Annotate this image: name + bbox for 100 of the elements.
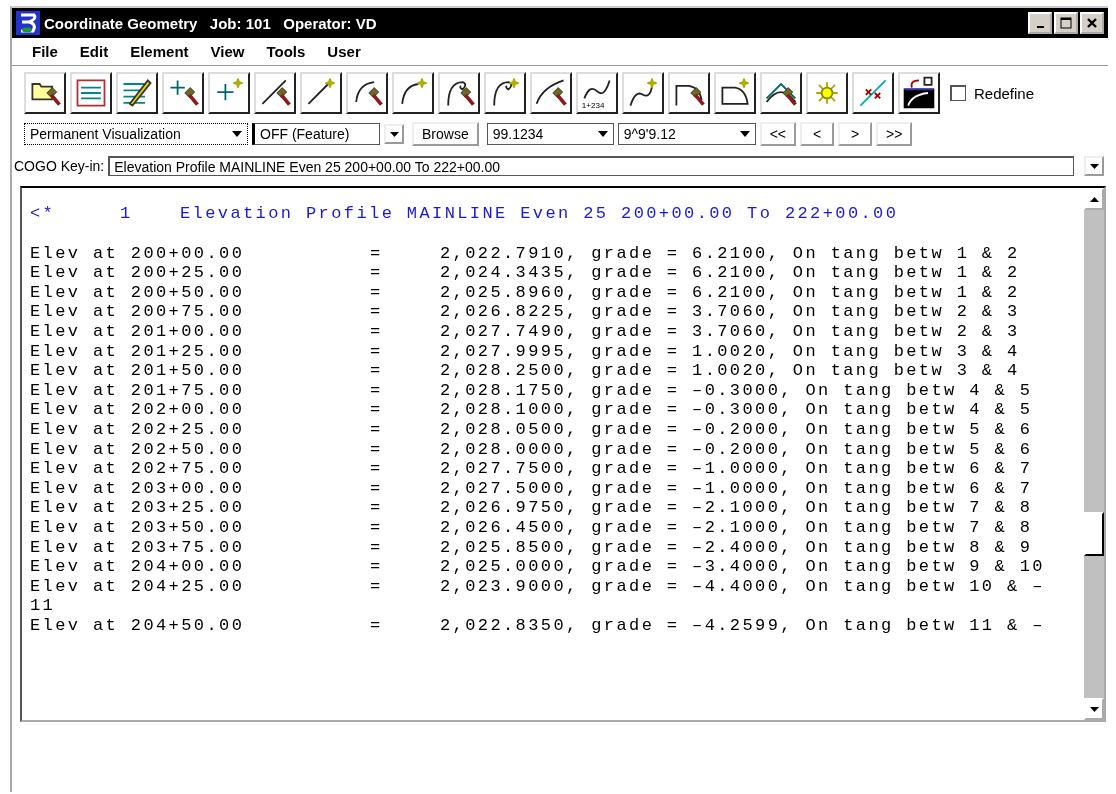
- redefine-checkbox[interactable]: [950, 85, 966, 101]
- toolbar-button[interactable]: [806, 72, 848, 114]
- equals-sign: =: [370, 400, 384, 420]
- station-label: Elev at 204+50.00: [30, 615, 246, 636]
- equals-sign: =: [370, 341, 384, 362]
- window-title: Coordinate Geometry Job: 101 Operator: VD: [44, 14, 377, 32]
- distance-dropdown[interactable]: 99.1234: [486, 123, 614, 145]
- navigation-button[interactable]: >>: [876, 122, 913, 146]
- scroll-thumb[interactable]: [1084, 512, 1104, 556]
- equals-sign: =: [370, 478, 384, 499]
- equals-sign: =: [370, 243, 384, 264]
- elevation-result: 2,028.1000, grade = –0.3000, On tang betw 4 & 5: [440, 400, 1033, 420]
- equals-sign: =: [370, 459, 384, 479]
- wrapped-text: 11: [30, 596, 57, 616]
- station-label: Elev at 200+00.00: [30, 243, 246, 264]
- down-arrow-icon: [1089, 706, 1099, 712]
- elevation-result: 2,022.8350, grade = –4.2599, On tang betw 11 & –: [440, 615, 1045, 636]
- elevation-result: 2,028.2500, grade = 1.0020, On tang betw 3 & 4: [440, 361, 1020, 381]
- header-number: 1: [120, 204, 134, 224]
- equals-sign: =: [370, 361, 384, 381]
- toolbar-button[interactable]: [162, 72, 204, 114]
- curve-import-icon: [901, 75, 937, 111]
- toolbar-button[interactable]: [70, 72, 112, 114]
- equals-sign: =: [370, 615, 384, 636]
- toolbar-button[interactable]: [484, 72, 526, 114]
- toolbar-button[interactable]: [116, 72, 158, 114]
- station-label: Elev at 202+50.00: [30, 439, 246, 460]
- minimize-button[interactable]: [1028, 12, 1052, 34]
- toolbar-button[interactable]: [300, 72, 342, 114]
- elevation-result: 2,026.4500, grade = –2.1000, On tang betw 7 & 8: [440, 517, 1033, 538]
- scroll-up-button[interactable]: [1084, 188, 1104, 210]
- menu-item[interactable]: File: [32, 43, 58, 60]
- toolbar-button[interactable]: [622, 72, 664, 114]
- scroll-down-button[interactable]: [1084, 698, 1104, 720]
- elevation-result: 2,024.3435, grade = 6.2100, On tang betw 1 & 2: [440, 263, 1020, 283]
- menu-item[interactable]: Tools: [266, 43, 306, 60]
- navigation-button[interactable]: <: [800, 122, 835, 146]
- visualization-dropdown[interactable]: Permanent Visualization: [24, 123, 248, 145]
- navigation-button[interactable]: <<: [759, 122, 797, 146]
- equals-sign: =: [370, 263, 384, 283]
- toolbar-button[interactable]: [208, 72, 250, 114]
- dropdown-button[interactable]: [384, 124, 404, 144]
- equals-sign: =: [370, 302, 384, 322]
- toolbar-button[interactable]: [254, 72, 296, 114]
- elevation-result: 2,025.0000, grade = –3.4000, On tang betw 9 & 10: [440, 557, 1045, 577]
- browse-button[interactable]: Browse: [412, 122, 479, 146]
- elevation-result: 2,027.5000, grade = –1.0000, On tang betw 6 & 7: [440, 478, 1033, 499]
- toolbar-button[interactable]: [852, 72, 894, 114]
- toolbar-button[interactable]: [714, 72, 756, 114]
- elevation-result: 2,026.8225, grade = 3.7060, On tang betw 2 & 3: [440, 302, 1020, 322]
- dropdown-arrow-icon: [232, 131, 242, 137]
- toolbar-button[interactable]: [530, 72, 572, 114]
- station-label: Elev at 201+00.00: [30, 321, 246, 342]
- station-label: Elev at 204+00.00: [30, 557, 246, 577]
- toolbar-button[interactable]: [346, 72, 388, 114]
- equals-sign: =: [370, 380, 384, 401]
- scrollbar[interactable]: [1084, 188, 1104, 720]
- equals-sign: =: [370, 537, 384, 558]
- equals-sign: =: [370, 439, 384, 460]
- equals-sign: =: [370, 517, 384, 538]
- angle-dropdown[interactable]: 9^9'9.12: [617, 123, 756, 145]
- elevation-result: 2,027.7490, grade = 3.7060, On tang betw 2 & 3: [440, 321, 1020, 342]
- elevation-result: 2,028.1750, grade = –0.3000, On tang betw 4 & 5: [440, 380, 1033, 401]
- station-label: Elev at 202+75.00: [30, 459, 246, 479]
- elevation-result: 2,025.8960, grade = 6.2100, On tang betw 1 & 2: [440, 282, 1020, 303]
- dropdown-arrow-icon: [1089, 163, 1099, 169]
- station-label: Elev at 203+75.00: [30, 537, 246, 558]
- toolbar-button[interactable]: [392, 72, 434, 114]
- maximize-button[interactable]: [1054, 12, 1078, 34]
- station-label: Elev at 201+25.00: [30, 341, 246, 362]
- menu-item[interactable]: Element: [130, 43, 189, 60]
- toolbar-button[interactable]: [760, 72, 802, 114]
- station-label: Elev at 203+50.00: [30, 517, 246, 538]
- menu-item[interactable]: User: [327, 43, 361, 60]
- menu-item[interactable]: View: [210, 43, 245, 60]
- station-label: Elev at 202+00.00: [30, 400, 246, 420]
- keyin-label: COGO Key-in:: [14, 158, 105, 174]
- menu-item[interactable]: Edit: [79, 43, 109, 60]
- toolbar-button[interactable]: [24, 72, 66, 114]
- elevation-result: 2,025.8500, grade = –2.4000, On tang betw 8 & 9: [440, 537, 1033, 558]
- toolbar-button[interactable]: [668, 72, 710, 114]
- maximize-icon: [1060, 17, 1072, 29]
- elevation-result: 2,027.9995, grade = 1.0020, On tang betw 3 & 4: [440, 341, 1020, 362]
- dropdown-arrow-icon: [597, 131, 608, 137]
- station-label: Elev at 200+50.00: [30, 282, 246, 303]
- equals-sign: =: [370, 498, 384, 518]
- toolbar-button[interactable]: [438, 72, 480, 114]
- station-label: Elev at 204+25.00: [30, 576, 246, 597]
- equals-sign: =: [370, 282, 384, 303]
- toolbar-button[interactable]: [898, 72, 940, 114]
- feature-dropdown[interactable]: OFF (Feature): [252, 123, 380, 145]
- station-label: Elev at 201+50.00: [30, 361, 246, 381]
- close-button[interactable]: [1080, 12, 1104, 34]
- elevation-result: 2,022.7910, grade = 6.2100, On tang betw 1 & 2: [440, 243, 1020, 264]
- station-label: Elev at 200+75.00: [30, 302, 246, 322]
- station-label: Elev at 200+25.00: [30, 263, 246, 283]
- dropdown-button[interactable]: [1084, 156, 1104, 176]
- keyin-field[interactable]: Elevation Profile MAINLINE Even 25 200+00.00 To 222+00.00: [108, 156, 1074, 176]
- navigation-button[interactable]: >: [838, 122, 873, 146]
- header-marker: <*: [30, 204, 57, 224]
